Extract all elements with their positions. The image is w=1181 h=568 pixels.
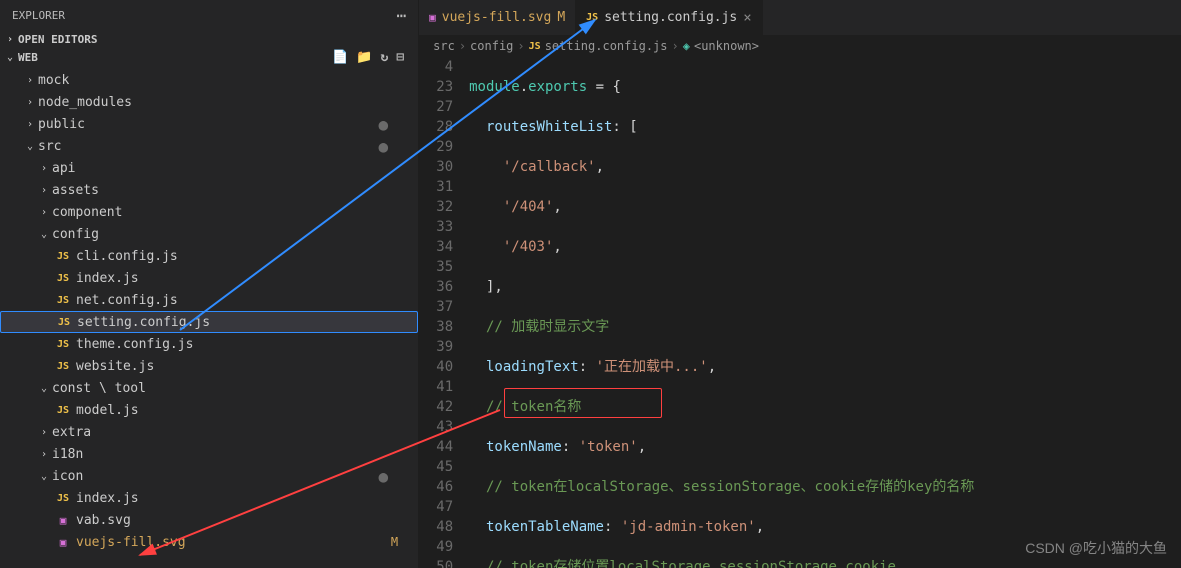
chevron-down-icon: ⌄ xyxy=(38,229,50,240)
folder-node-modules[interactable]: ›node_modules xyxy=(0,91,418,113)
folder-extra[interactable]: ›extra xyxy=(0,421,418,443)
modified-dot-icon: ● xyxy=(378,115,388,134)
folder-config[interactable]: ⌄config xyxy=(0,223,418,245)
file-net-config[interactable]: JSnet.config.js xyxy=(0,289,418,311)
js-icon: JS xyxy=(54,251,72,262)
js-icon: JS xyxy=(54,273,72,284)
tab-status: M xyxy=(557,10,565,25)
chevron-down-icon: ⌄ xyxy=(38,471,50,482)
close-icon[interactable]: × xyxy=(743,10,751,26)
js-icon: JS xyxy=(54,339,72,350)
tab-label: setting.config.js xyxy=(604,10,737,25)
chevron-down-icon: ⌄ xyxy=(4,52,16,63)
editor-tabs: ▣ vuejs-fill.svg M JS setting.config.js … xyxy=(419,0,1181,35)
js-icon: JS xyxy=(54,405,72,416)
tab-vuejs-fill[interactable]: ▣ vuejs-fill.svg M xyxy=(419,0,576,35)
file-cli-config[interactable]: JScli.config.js xyxy=(0,245,418,267)
svg-icon: ▣ xyxy=(54,536,72,549)
refresh-icon[interactable]: ↻ xyxy=(380,50,388,65)
breadcrumb-src[interactable]: src xyxy=(433,39,455,53)
folder-const-tool[interactable]: ⌄const \ tool xyxy=(0,377,418,399)
code-area[interactable]: 4232728293031323334353637383940414243444… xyxy=(419,57,1181,568)
folder-src[interactable]: ⌄src● xyxy=(0,135,418,157)
file-index-js[interactable]: JSindex.js xyxy=(0,267,418,289)
tab-label: vuejs-fill.svg xyxy=(442,10,552,25)
watermark: CSDN @吃小猫的大鱼 xyxy=(1025,538,1167,558)
folder-icon[interactable]: ⌄icon● xyxy=(0,465,418,487)
collapse-icon[interactable]: ⊟ xyxy=(396,50,404,65)
chevron-right-icon: › xyxy=(24,119,36,130)
file-tree: ›mock ›node_modules ›public● ⌄src● ›api … xyxy=(0,67,418,568)
folder-assets[interactable]: ›assets xyxy=(0,179,418,201)
breadcrumb-file[interactable]: setting.config.js xyxy=(545,39,668,53)
file-model-js[interactable]: JSmodel.js xyxy=(0,399,418,421)
chevron-right-icon: › xyxy=(38,427,50,438)
new-folder-icon[interactable]: 📁 xyxy=(356,50,372,65)
folder-mock[interactable]: ›mock xyxy=(0,69,418,91)
folder-public[interactable]: ›public● xyxy=(0,113,418,135)
explorer-title: EXPLORER xyxy=(12,9,65,22)
line-gutter: 4232728293031323334353637383940414243444… xyxy=(419,57,469,568)
new-file-icon[interactable]: 📄 xyxy=(332,50,348,65)
folder-api[interactable]: ›api xyxy=(0,157,418,179)
more-actions-icon[interactable]: ⋯ xyxy=(396,6,406,25)
chevron-right-icon: › xyxy=(38,163,50,174)
git-modified-badge: M xyxy=(391,535,398,549)
chevron-right-icon: › xyxy=(24,75,36,86)
tab-setting-config[interactable]: JS setting.config.js × xyxy=(576,0,763,35)
explorer-header: EXPLORER ⋯ xyxy=(0,0,418,31)
modified-dot-icon: ● xyxy=(378,467,388,486)
js-icon: JS xyxy=(54,361,72,372)
web-section[interactable]: ⌄ WEB 📄 📁 ↻ ⊟ xyxy=(0,48,418,67)
js-icon: JS xyxy=(55,317,73,328)
chevron-right-icon: › xyxy=(38,185,50,196)
code-content[interactable]: module.exports = { routesWhiteList: [ '/… xyxy=(469,57,1181,568)
breadcrumb[interactable]: src› config› JS setting.config.js› ◈ <un… xyxy=(419,35,1181,57)
folder-i18n[interactable]: ›i18n xyxy=(0,443,418,465)
folder-component[interactable]: ›component xyxy=(0,201,418,223)
file-vuejs-fill-svg[interactable]: ▣vuejs-fill.svgM xyxy=(0,531,418,553)
open-editors-section[interactable]: › OPEN EDITORS xyxy=(0,31,418,48)
symbol-icon: ◈ xyxy=(683,39,690,53)
svg-icon: ▣ xyxy=(54,514,72,527)
modified-dot-icon: ● xyxy=(378,137,388,156)
chevron-right-icon: › xyxy=(4,34,16,45)
chevron-down-icon: ⌄ xyxy=(38,383,50,394)
chevron-right-icon: › xyxy=(38,449,50,460)
chevron-right-icon: › xyxy=(24,97,36,108)
web-actions: 📄 📁 ↻ ⊟ xyxy=(332,50,414,65)
file-website-js[interactable]: JSwebsite.js xyxy=(0,355,418,377)
open-editors-label: OPEN EDITORS xyxy=(18,33,97,46)
svg-icon: ▣ xyxy=(429,11,436,24)
js-icon: JS xyxy=(529,41,541,52)
js-icon: JS xyxy=(54,493,72,504)
file-setting-config[interactable]: JSsetting.config.js xyxy=(0,311,418,333)
breadcrumb-config[interactable]: config xyxy=(470,39,513,53)
web-label: WEB xyxy=(18,51,38,64)
js-icon: JS xyxy=(54,295,72,306)
file-icon-index[interactable]: JSindex.js xyxy=(0,487,418,509)
file-vab-svg[interactable]: ▣vab.svg xyxy=(0,509,418,531)
breadcrumb-symbol[interactable]: <unknown> xyxy=(694,39,759,53)
chevron-right-icon: › xyxy=(38,207,50,218)
chevron-down-icon: ⌄ xyxy=(24,141,36,152)
editor-area: ▣ vuejs-fill.svg M JS setting.config.js … xyxy=(419,0,1181,568)
file-theme-config[interactable]: JStheme.config.js xyxy=(0,333,418,355)
explorer-sidebar: EXPLORER ⋯ › OPEN EDITORS ⌄ WEB 📄 📁 ↻ ⊟ … xyxy=(0,0,419,568)
js-icon: JS xyxy=(586,12,598,23)
